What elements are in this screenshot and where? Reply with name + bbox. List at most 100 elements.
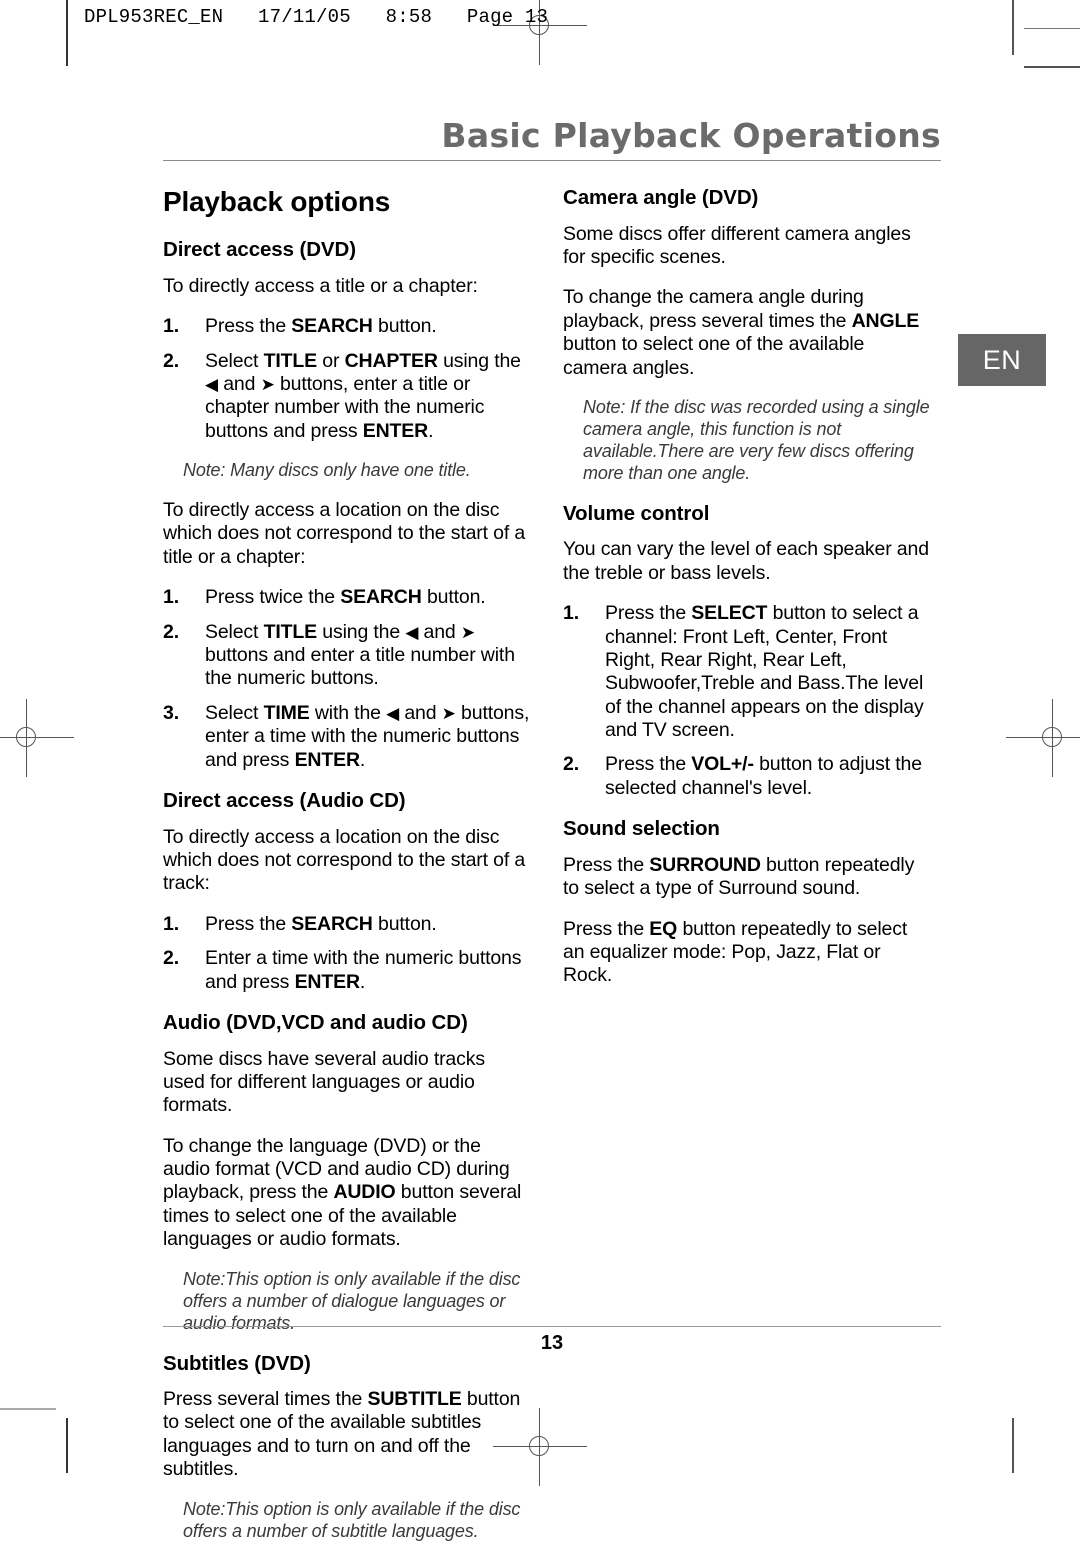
paragraph-surround: Press the SURROUND button repeatedly to … — [563, 854, 931, 901]
key-name: SURROUND — [649, 853, 761, 876]
paragraph-volume-intro: You can vary the level of each speaker a… — [563, 538, 929, 584]
steps-direct-access-audio-cd: 1. Press the SEARCH button. 2. Enter a t… — [163, 913, 531, 994]
heading-volume-control: Volume control — [563, 501, 710, 525]
step-text-part: button. — [372, 912, 437, 935]
step-number: 3. — [163, 701, 179, 724]
arrow-left-icon: ◀ — [405, 622, 419, 642]
step-number: 1. — [563, 602, 579, 625]
step-item: 1. Press twice the SEARCH button. — [163, 586, 531, 609]
note-camera-angle: Note: If the disc was recorded using a s… — [583, 396, 930, 483]
document-page: Basic Playback Operations EN Playback op… — [0, 0, 1080, 1541]
heading-direct-access-audio-cd: Direct access (Audio CD) — [163, 788, 406, 812]
steps-direct-access-dvd: 1. Press the SEARCH button. 2. Select TI… — [163, 315, 531, 443]
step-item: 2. Enter a time with the numeric buttons… — [163, 947, 531, 994]
text-part: Press the — [563, 853, 650, 876]
step-text-part: Press the — [605, 602, 692, 625]
step-item: 2. Select TITLE using the ◀ and ➤ button… — [163, 621, 531, 691]
page-header: Basic Playback Operations — [163, 116, 941, 162]
heading-subtitles: Subtitles (DVD) — [163, 1351, 311, 1375]
step-text-part: button. — [372, 315, 437, 338]
language-tab-label: EN — [982, 344, 1022, 375]
key-name: ENTER — [362, 419, 429, 442]
step-text-part: Select — [205, 701, 264, 724]
key-name: SUBTITLE — [367, 1388, 462, 1411]
step-number: 2. — [163, 947, 179, 970]
step-text-part: with the — [309, 701, 387, 724]
steps-volume-control: 1. Press the SELECT button to select a c… — [563, 602, 931, 800]
step-item: 3. Select TIME with the ◀ and ➤ buttons,… — [163, 702, 531, 772]
arrow-right-icon: ➤ — [460, 622, 475, 642]
heading-direct-access-dvd: Direct access (DVD) — [163, 238, 356, 262]
footer-divider — [163, 1326, 941, 1327]
key-name: TITLE — [263, 349, 318, 372]
key-name: TIME — [263, 701, 310, 724]
text-part: button to select one of the available ca… — [563, 333, 865, 379]
key-name: SEARCH — [291, 912, 373, 935]
step-text-part: . — [359, 970, 366, 993]
step-text-part: Press the — [605, 753, 692, 776]
step-text-part: . — [428, 419, 434, 442]
step-item: 1. Press the SEARCH button. — [163, 315, 531, 338]
step-text-part: using the — [317, 620, 406, 643]
language-tab-en: EN — [958, 334, 1046, 386]
step-text-part: and — [399, 701, 442, 724]
arrow-right-icon: ➤ — [441, 703, 456, 723]
step-text-part: and — [217, 372, 261, 395]
step-number: 1. — [163, 315, 179, 338]
key-name: SEARCH — [340, 586, 422, 609]
steps-direct-access-location: 1. Press twice the SEARCH button. 2. Sel… — [163, 586, 531, 772]
heading-sound-selection: Sound selection — [563, 817, 720, 841]
step-text-part: Select — [205, 349, 264, 372]
paragraph-direct-access-dvd-intro: To directly access a title or a chapter: — [163, 274, 478, 297]
arrow-left-icon: ◀ — [386, 703, 400, 723]
step-number: 2. — [163, 620, 179, 643]
paragraph-audio-change-language: To change the language (DVD) or the audi… — [163, 1135, 531, 1252]
paragraph-direct-access-location-intro: To directly access a location on the dis… — [163, 499, 526, 568]
page-title: Basic Playback Operations — [441, 116, 941, 155]
key-name: ENTER — [294, 748, 360, 771]
step-number: 2. — [163, 349, 179, 372]
step-text-part: Press twice the — [205, 586, 341, 609]
step-text-part: Select — [205, 620, 264, 643]
key-name: TITLE — [263, 620, 318, 643]
step-text-part: button. — [421, 586, 486, 609]
step-item: 1. Press the SEARCH button. — [163, 913, 531, 936]
key-name: AUDIO — [333, 1181, 396, 1204]
heading-camera-angle: Camera angle (DVD) — [563, 186, 759, 209]
arrow-right-icon: ➤ — [260, 374, 275, 394]
step-number: 1. — [163, 586, 179, 609]
text-part: Press the — [563, 917, 650, 940]
step-number: 2. — [563, 753, 579, 776]
key-name: ENTER — [294, 970, 360, 993]
paragraph-equalizer: Press the EQ button repeatedly to select… — [563, 918, 931, 988]
section-heading-playback-options: Playback options — [163, 186, 391, 217]
step-text-part: buttons and enter a title number with th… — [205, 644, 515, 690]
key-name: CHAPTER — [344, 349, 438, 372]
key-name: ANGLE — [851, 309, 920, 332]
page-footer: 13 — [163, 1326, 941, 1355]
step-item: 1. Press the SELECT button to select a c… — [563, 602, 931, 742]
note-subtitles-availability: Note:This option is only available if th… — [183, 1498, 521, 1541]
page-number: 13 — [540, 1332, 564, 1354]
paragraph-subtitles: Press several times the SUBTITLE button … — [163, 1388, 531, 1482]
step-item: 2. Press the VOL+/- button to adjust the… — [563, 753, 931, 800]
step-number: 1. — [163, 912, 179, 935]
note-many-discs-one-title: Note: Many discs only have one title. — [183, 460, 471, 481]
paragraph-camera-angles: Some discs offer different camera angles… — [563, 222, 911, 268]
paragraph-audio-tracks: Some discs have several audio tracks use… — [163, 1047, 485, 1117]
key-name: SELECT — [691, 602, 768, 625]
right-column: Camera angle (DVD) Some discs offer diff… — [563, 186, 931, 1005]
step-text-part: and — [418, 620, 461, 643]
text-part: To change the camera angle during playba… — [563, 286, 864, 332]
key-name: SEARCH — [291, 315, 373, 338]
paragraph-direct-access-audio-cd-intro: To directly access a location on the dis… — [163, 825, 526, 895]
step-text-part: Press the — [205, 912, 292, 935]
key-name: EQ — [649, 917, 678, 940]
arrow-left-icon: ◀ — [205, 374, 218, 394]
step-text-part: . — [359, 748, 366, 771]
note-audio-availability: Note:This option is only available if th… — [183, 1268, 521, 1333]
title-divider — [163, 160, 941, 162]
step-item: 2. Select TITLE or CHAPTER using the ◀ a… — [163, 350, 531, 444]
step-text-part: using the — [437, 349, 521, 372]
paragraph-camera-change: To change the camera angle during playba… — [563, 286, 931, 380]
